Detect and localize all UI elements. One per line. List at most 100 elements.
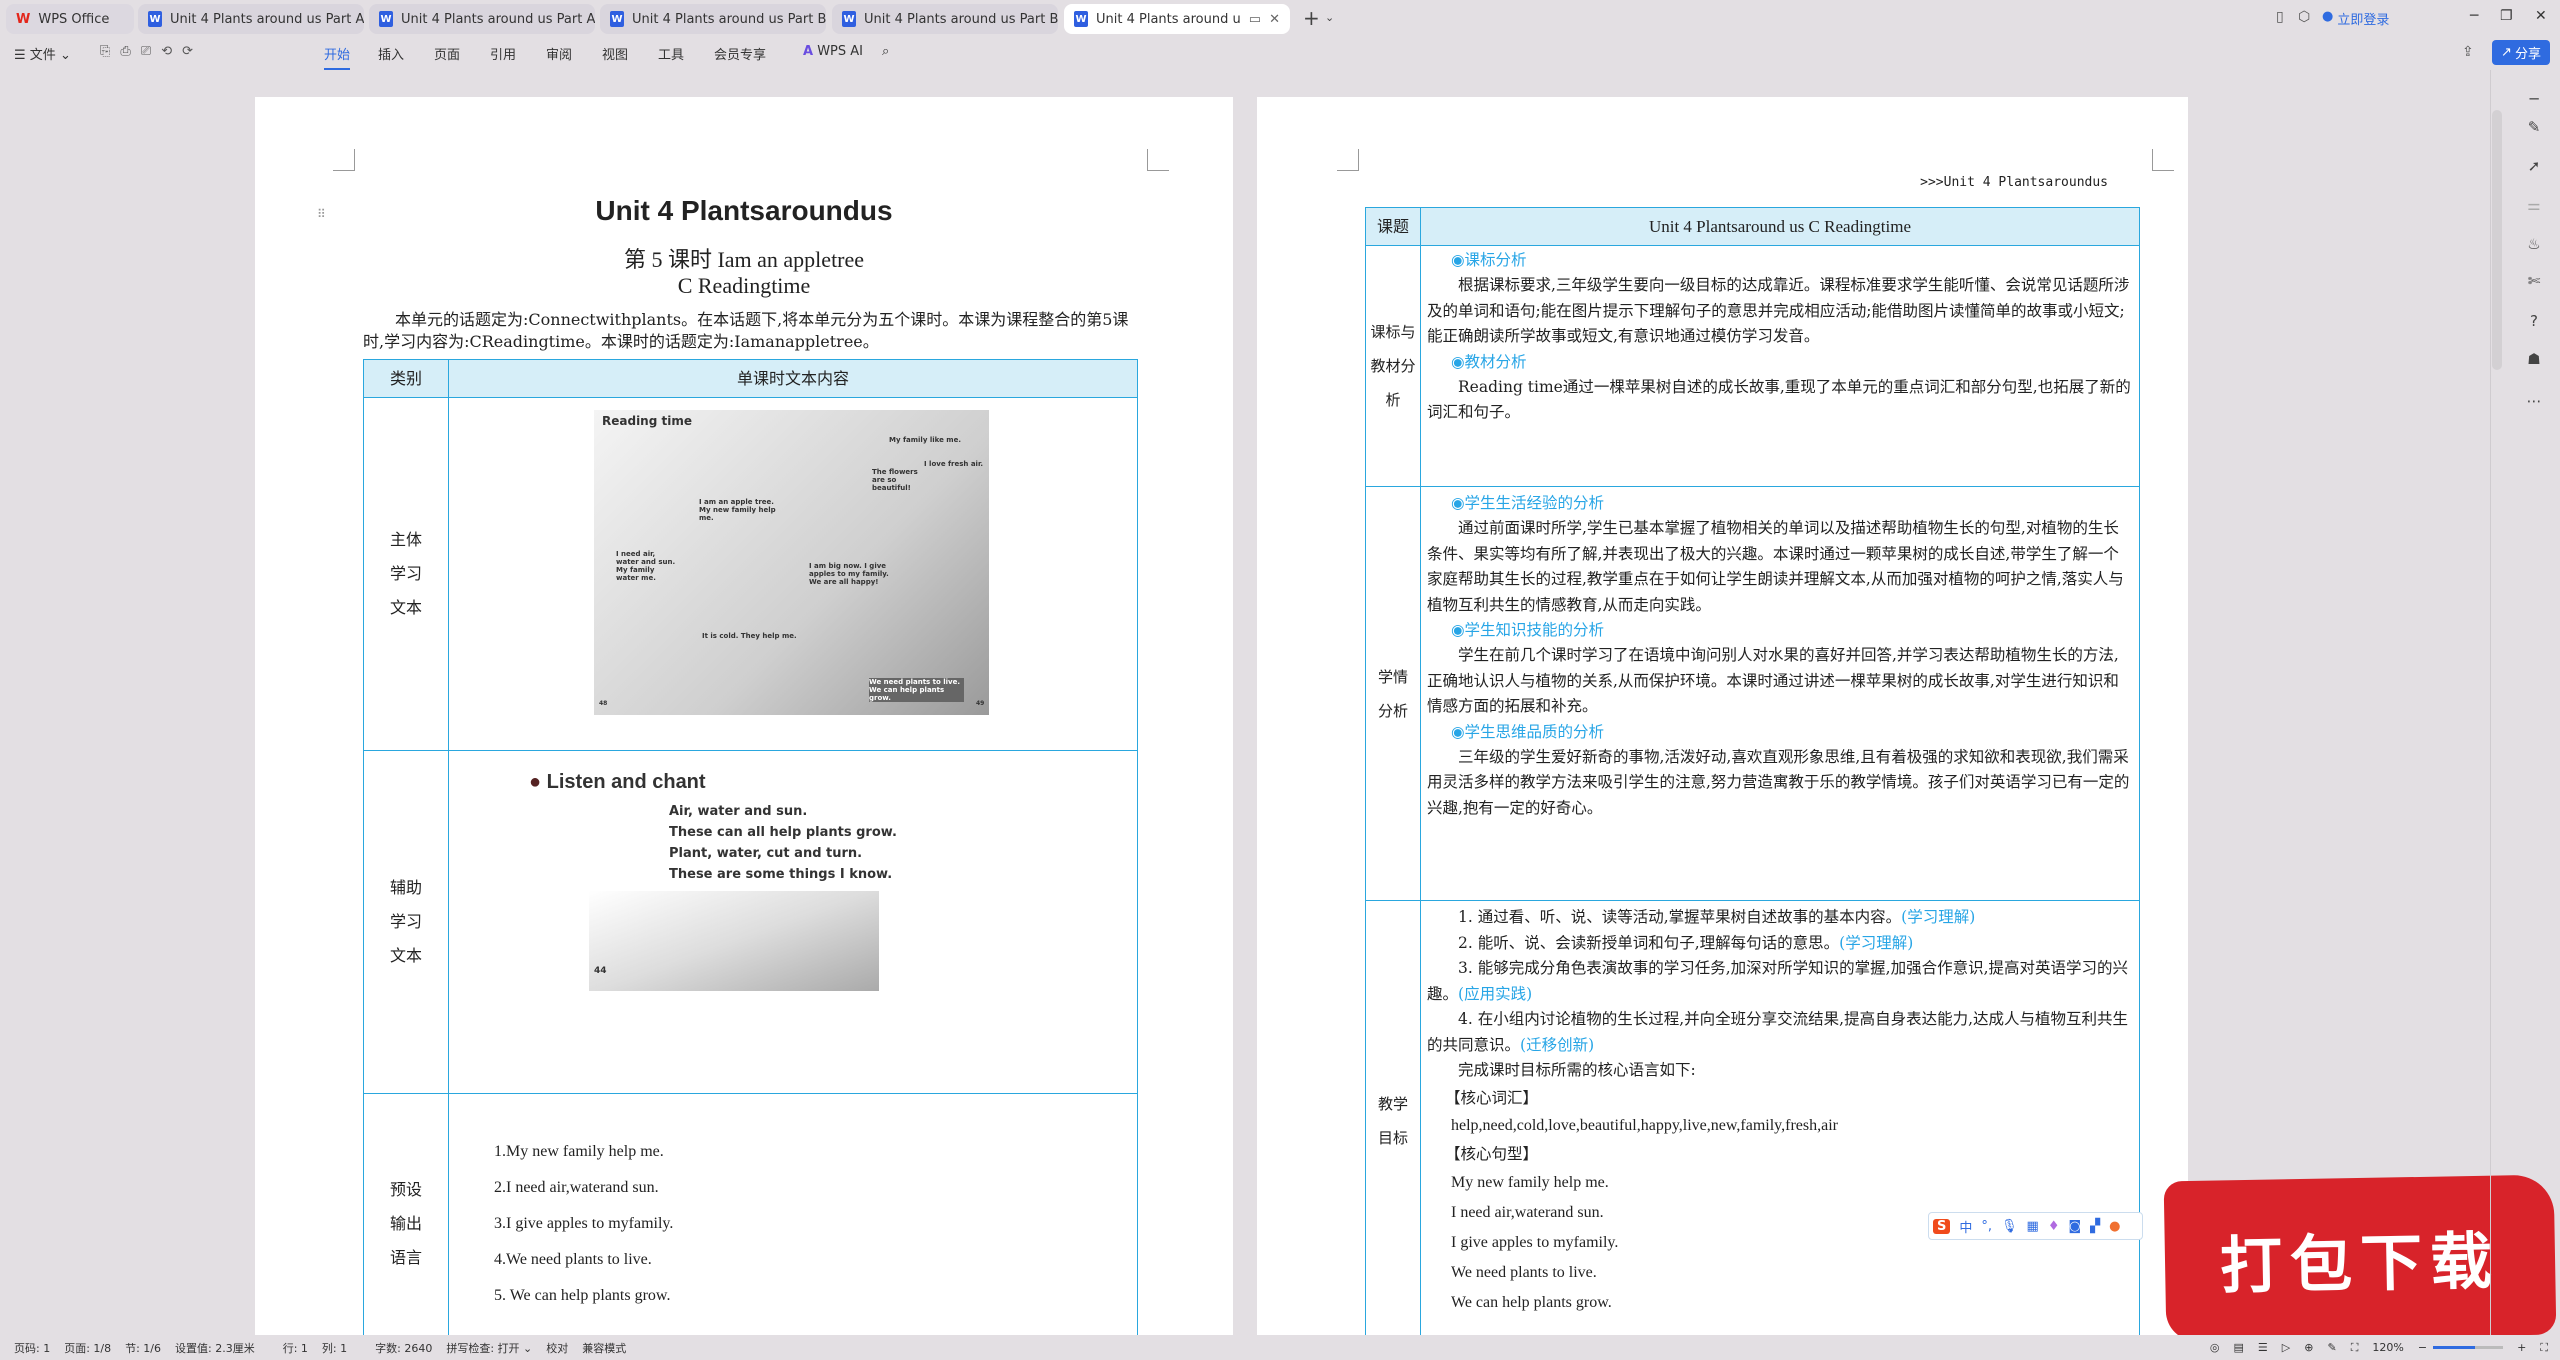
- tab-document[interactable]: W Unit 4 Plants around us Part A: [138, 4, 364, 34]
- header-content: 单课时文本内容: [448, 359, 1138, 398]
- share-icon: ↗: [2501, 45, 2512, 60]
- chant-image-cell: ● Listen and chant Air, water and sun. T…: [448, 750, 1138, 1094]
- new-tab-icon[interactable]: +: [1303, 6, 1320, 30]
- close-tab-icon[interactable]: ✕: [1269, 12, 1280, 27]
- login-button[interactable]: ● 立即登录: [2322, 9, 2389, 28]
- tab-document[interactable]: WUnit 4 Plants around us Part B Sta: [832, 4, 1058, 34]
- apps-grid-icon[interactable]: ▞: [2090, 1219, 2100, 1234]
- page-view-icon[interactable]: ▤: [2234, 1341, 2244, 1354]
- settings-sliders-icon[interactable]: ⚌: [2524, 196, 2544, 216]
- topic-value: Unit 4 Plantsaround us C Readingtime: [1420, 207, 2140, 246]
- wps-ai-button[interactable]: A WPS AI: [803, 44, 863, 59]
- section-text: 通过前面课时所学,学生已基本掌握了植物相关的单词以及描述帮助植物生长的句型,对植…: [1427, 519, 2124, 614]
- word-doc-icon: W: [148, 11, 162, 27]
- tab-document[interactable]: W Unit 4 Plants around us Part A: [369, 4, 595, 34]
- web-view-icon[interactable]: ⊕: [2304, 1341, 2313, 1354]
- table-row: 主体 学习 文本 Reading time I am an apple tree…: [363, 397, 1138, 751]
- row-label: 教学 目标: [1365, 900, 1421, 1335]
- table-row: 学情 分析 ◉学生生活经验的分析 通过前面课时所学,学生已基本掌握了植物相关的单…: [1365, 486, 2140, 901]
- skin-icon[interactable]: ♦: [2048, 1219, 2060, 1234]
- zoom-slider[interactable]: [2433, 1346, 2504, 1349]
- minimize-icon[interactable]: ─: [2470, 8, 2478, 24]
- fullscreen-icon[interactable]: ⛶: [2540, 1341, 2548, 1355]
- table-header-row: 类别 单课时文本内容: [363, 359, 1138, 398]
- document-title[interactable]: Unit 4 Plantsaroundus: [255, 195, 1233, 227]
- outline-view-icon[interactable]: ☰: [2258, 1341, 2268, 1354]
- lesson-plan-table: 课题 Unit 4 Plantsaround us C Readingtime …: [1365, 207, 2140, 1335]
- quick-access-icons[interactable]: ⎘⎙⎚⟲⟳: [100, 44, 203, 59]
- chant-plants-image: 44: [589, 891, 879, 991]
- window-layout-icon[interactable]: ▯: [2276, 9, 2284, 25]
- row-label: 预设 输出 语言: [363, 1093, 449, 1335]
- help-icon[interactable]: ?: [2524, 312, 2544, 332]
- ime-toolbar[interactable]: S 中 °, 🎙︎ ▦ ♦ ◙ ▞ ●: [1928, 1212, 2143, 1240]
- fit-icon[interactable]: ⛶: [2351, 1341, 2359, 1355]
- monitor-icon[interactable]: ▭: [1249, 12, 1261, 27]
- menu-review[interactable]: 审阅: [546, 44, 572, 63]
- sentence-label: 【核心句型】: [1445, 1144, 1539, 1163]
- pen-icon[interactable]: ✎: [2524, 118, 2544, 138]
- menu-page[interactable]: 页面: [434, 44, 460, 63]
- more-icon[interactable]: ⋯: [2524, 392, 2544, 412]
- word-doc-icon: W: [1074, 11, 1088, 27]
- tab-list-chevron-icon[interactable]: ⌄: [1325, 11, 1334, 24]
- zoom-slider-fill: [2433, 1346, 2476, 1349]
- collapse-icon[interactable]: ─: [2524, 90, 2544, 110]
- status-pages[interactable]: 页面: 1/8: [64, 1340, 111, 1356]
- style-shirt-icon[interactable]: ♨: [2524, 235, 2544, 255]
- core-vocab: help,need,cold,love,beautiful,happy,live…: [1451, 1116, 1838, 1134]
- tab-bar: W WPS Office W Unit 4 Plants around us Pa…: [0, 0, 2560, 36]
- header-category: 类别: [363, 359, 449, 398]
- mascot-icon[interactable]: ●: [2109, 1219, 2120, 1234]
- file-menu[interactable]: ☰ 文件 ⌄: [14, 44, 71, 63]
- goal-item: 1. 通过看、听、说、读等活动,掌握苹果树自述故事的基本内容。(学习理解): [1458, 908, 1976, 926]
- proofread-button[interactable]: 校对: [546, 1340, 568, 1356]
- status-word-count[interactable]: 字数: 2640: [375, 1340, 432, 1356]
- close-window-icon[interactable]: ✕: [2535, 8, 2547, 24]
- select-cursor-icon[interactable]: ➚: [2524, 157, 2544, 177]
- learner-analysis-cell: ◉学生生活经验的分析 通过前面课时所学,学生已基本掌握了植物相关的单词以及描述帮…: [1420, 486, 2140, 901]
- microphone-icon[interactable]: 🎙︎: [2001, 1219, 2018, 1234]
- menu-references[interactable]: 引用: [490, 44, 516, 63]
- status-row[interactable]: 行: 1: [283, 1340, 308, 1356]
- row-label: 课标与 教材分析: [1365, 245, 1421, 487]
- document-page-left[interactable]: ⠿ Unit 4 Plantsaroundus 第 5 课时 Iam an ap…: [255, 97, 1233, 1335]
- vertical-scrollbar[interactable]: [2492, 110, 2502, 370]
- reading-image-cell: Reading time I am an apple tree. My new …: [448, 397, 1138, 751]
- punctuation-icon[interactable]: °,: [1981, 1219, 1992, 1234]
- menu-home[interactable]: 开始: [324, 44, 351, 70]
- cube-icon[interactable]: ⬡: [2298, 9, 2310, 25]
- status-section[interactable]: 节: 1/6: [125, 1340, 161, 1356]
- status-col[interactable]: 列: 1: [322, 1340, 347, 1356]
- tab-document-active[interactable]: WUnit 4 Plants around us Par▭✕: [1064, 4, 1290, 34]
- eye-protection-icon[interactable]: ◎: [2210, 1341, 2220, 1354]
- restore-icon[interactable]: ❐: [2500, 8, 2513, 24]
- zoom-in-icon[interactable]: +: [2517, 1341, 2526, 1354]
- table-row: 课标与 教材分析 ◉课标分析 根据课标要求,三年级学生要向一级目标的达成靠近。课…: [1365, 245, 2140, 487]
- search-icon[interactable]: ⌕: [882, 44, 889, 59]
- ime-mode-toggle[interactable]: 中: [1959, 1217, 1972, 1236]
- zoom-out-icon[interactable]: −: [2418, 1341, 2427, 1354]
- status-page[interactable]: 页码: 1: [14, 1340, 50, 1356]
- menu-view[interactable]: 视图: [602, 44, 628, 63]
- word-doc-icon: W: [379, 11, 393, 27]
- menu-member[interactable]: 会员专享: [714, 44, 766, 63]
- keyboard-icon[interactable]: ▦: [2027, 1219, 2039, 1234]
- tab-document[interactable]: W Unit 4 Plants around us Part B: [600, 4, 826, 34]
- theme-icon[interactable]: ☗: [2524, 350, 2544, 370]
- write-icon[interactable]: ✎: [2327, 1341, 2336, 1354]
- share-button[interactable]: ↗ 分享: [2492, 40, 2550, 65]
- tab-wps-office[interactable]: W WPS Office: [6, 4, 134, 34]
- status-setting[interactable]: 设置值: 2.3厘米: [175, 1340, 255, 1356]
- menu-tools[interactable]: 工具: [658, 44, 684, 63]
- zoom-level[interactable]: 120%: [2372, 1341, 2403, 1354]
- tools-icon[interactable]: ✄: [2524, 272, 2544, 292]
- document-page-right[interactable]: >>>Unit 4 Plantsaroundus 课题 Unit 4 Plant…: [1257, 97, 2188, 1335]
- margin-mark: [2152, 149, 2174, 171]
- game-icon[interactable]: ◙: [2069, 1219, 2082, 1234]
- table-row: 教学 目标 1. 通过看、听、说、读等活动,掌握苹果树自述故事的基本内容。(学习…: [1365, 900, 2140, 1335]
- play-icon[interactable]: ▷: [2282, 1341, 2290, 1354]
- menu-insert[interactable]: 插入: [378, 44, 404, 63]
- cloud-upload-icon[interactable]: ⇪: [2462, 44, 2474, 60]
- spell-check-toggle[interactable]: 拼写检查: 打开 ⌄: [446, 1340, 532, 1356]
